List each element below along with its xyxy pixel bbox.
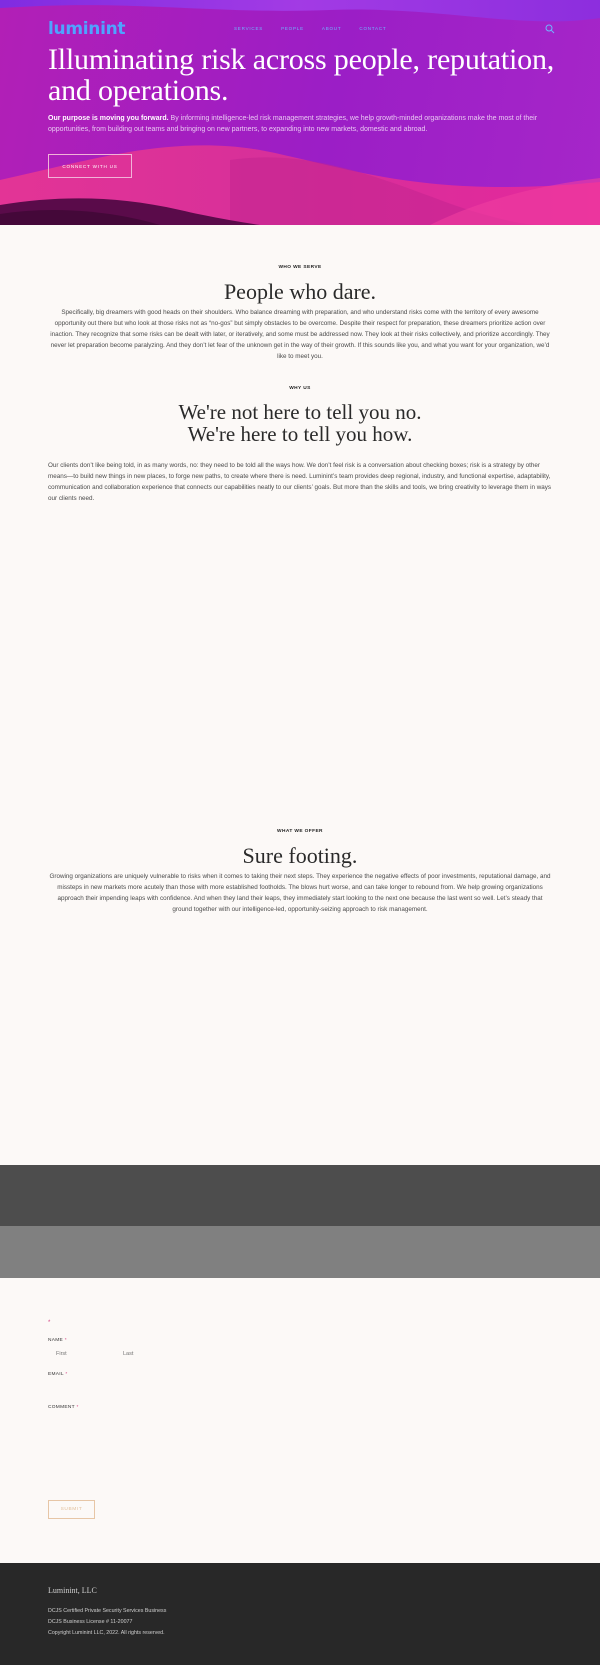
hero-intro-bold: Our purpose is moving you forward. bbox=[48, 115, 169, 122]
footer-copyright: Copyright Luminint LLC, 2022. All rights… bbox=[48, 1630, 165, 1636]
why-us-heading-line1: We're not here to tell you no. bbox=[178, 400, 422, 424]
nav-item-contact[interactable]: CONTACT bbox=[359, 26, 386, 31]
footer-brand: Luminint, LLC bbox=[48, 1586, 97, 1595]
email-required-mark: * bbox=[65, 1372, 68, 1377]
main-nav: SERVICES PEOPLE ABOUT CONTACT bbox=[234, 26, 386, 31]
why-us-heading-line2: We're here to tell you how. bbox=[187, 422, 413, 446]
what-we-offer-body: Growing organizations are uniquely vulne… bbox=[49, 873, 551, 913]
nav-item-people[interactable]: PEOPLE bbox=[281, 26, 304, 31]
comment-label-text: COMMENT bbox=[48, 1405, 75, 1410]
dark-band bbox=[0, 1165, 600, 1226]
email-label: EMAIL * bbox=[48, 1372, 68, 1377]
hero-intro: Our purpose is moving you forward. By in… bbox=[48, 114, 558, 135]
what-we-offer-heading: Sure footing. bbox=[242, 843, 358, 868]
last-name-input[interactable] bbox=[115, 1347, 179, 1361]
email-field[interactable] bbox=[48, 1380, 552, 1394]
footer-certification: DCJS Certified Private Security Services… bbox=[48, 1608, 167, 1614]
first-name-input[interactable] bbox=[48, 1347, 112, 1361]
who-we-serve-body: Specifically, big dreamers with good hea… bbox=[50, 309, 550, 360]
what-we-offer-eyebrow: WHAT WE OFFER bbox=[277, 829, 323, 834]
nav-item-about[interactable]: ABOUT bbox=[322, 26, 342, 31]
hero-section: luminint SERVICES PEOPLE ABOUT CONTACT I… bbox=[0, 0, 600, 225]
grey-band bbox=[0, 1226, 600, 1278]
email-label-text: EMAIL bbox=[48, 1372, 64, 1377]
footer-license: DCJS Business License # 11-20077 bbox=[48, 1619, 133, 1625]
name-label: NAME * bbox=[48, 1338, 67, 1343]
comment-required-mark: * bbox=[76, 1405, 79, 1410]
name-label-text: NAME bbox=[48, 1338, 64, 1343]
search-icon[interactable] bbox=[545, 24, 555, 34]
why-us-eyebrow: WHY US bbox=[289, 386, 311, 391]
logo[interactable]: luminint bbox=[48, 19, 126, 39]
why-us-body: Our clients don’t like being told, in as… bbox=[48, 462, 552, 502]
connect-with-us-button[interactable]: CONNECT WITH US bbox=[48, 154, 132, 178]
hero-title: Illuminating risk across people, reputat… bbox=[48, 43, 555, 107]
submit-button[interactable]: SUBMIT bbox=[48, 1500, 95, 1519]
footer: Luminint, LLC DCJS Certified Private Sec… bbox=[0, 1563, 600, 1665]
who-we-serve-heading: People who dare. bbox=[223, 279, 377, 304]
required-note: * bbox=[48, 1320, 51, 1326]
comment-textarea[interactable] bbox=[48, 1414, 552, 1494]
name-required-mark: * bbox=[64, 1338, 67, 1343]
who-we-serve-eyebrow: WHO WE SERVE bbox=[278, 265, 322, 270]
comment-label: COMMENT * bbox=[48, 1405, 79, 1410]
why-us-heading: We're not here to tell you no. We're her… bbox=[0, 401, 600, 445]
nav-item-services[interactable]: SERVICES bbox=[234, 26, 263, 31]
